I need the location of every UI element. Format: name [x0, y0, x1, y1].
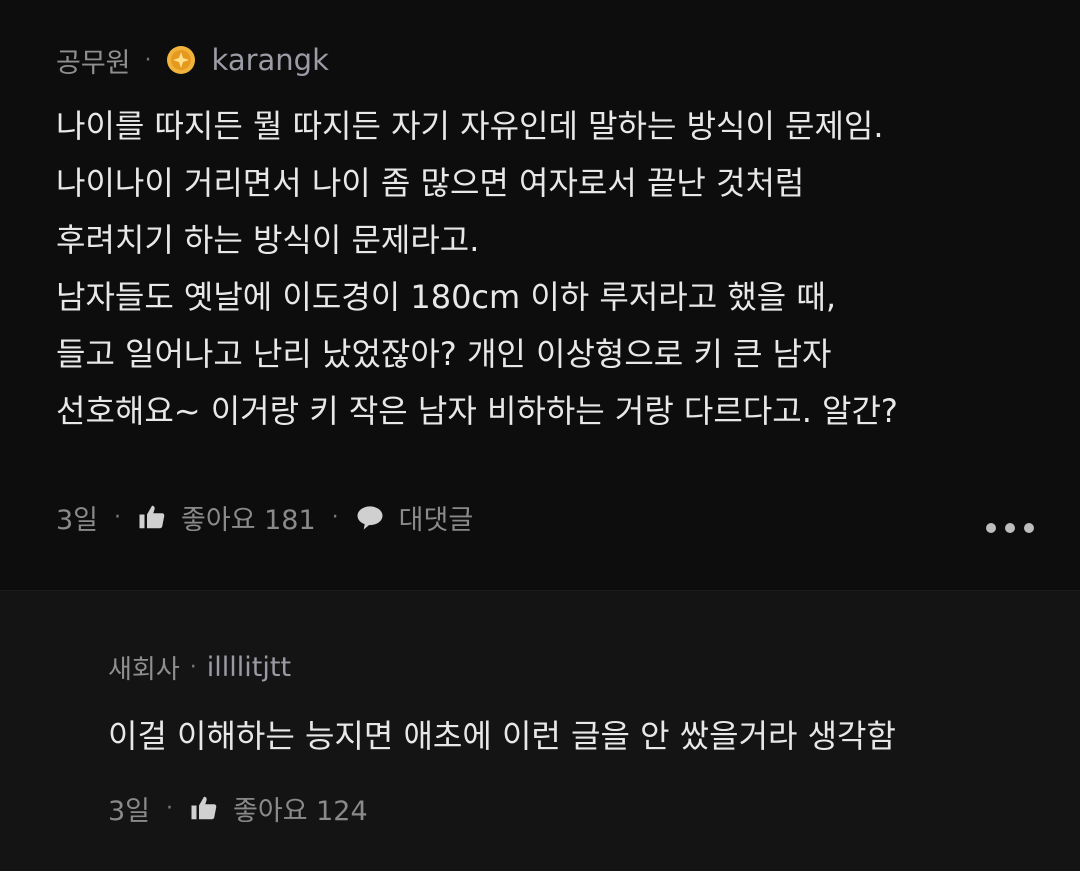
comment-line: 나이나이 거리면서 나이 좀 많으면 여자로서 끝난 것처럼 [56, 164, 805, 202]
more-dots-icon [1005, 523, 1015, 533]
reply-like-count: 좋아요 124 [233, 795, 368, 827]
comment-meta: 공무원 · karangk [56, 40, 329, 80]
like-button[interactable]: 좋아요 181 [137, 498, 316, 537]
more-dots-icon [1024, 523, 1034, 533]
more-dots-icon [986, 523, 996, 533]
thumbs-up-icon [189, 793, 219, 823]
reply-button[interactable]: 대댓글 [355, 498, 474, 537]
comment-body: 나이를 따지든 뭘 따지든 자기 자유인데 말하는 방식이 문제임. 나이나이 … [56, 98, 1056, 440]
comment-line: 들고 일어나고 난리 났었잖아? 개인 이상형으로 키 큰 남자 [56, 335, 832, 373]
action-separator: · [166, 795, 174, 821]
reply-meta: 새회사 · illllitjtt [108, 647, 291, 687]
author-company: 공무원 [56, 47, 131, 79]
comment-actions: 3일 · 좋아요 181 · 대댓글 [56, 495, 473, 539]
like-count: 좋아요 181 [181, 504, 316, 536]
gold-badge-icon [166, 45, 196, 75]
author-username[interactable]: karangk [212, 43, 329, 77]
meta-separator: · [144, 47, 152, 73]
comment-line: 남자들도 옛날에 이도경이 180cm 이하 루저라고 했을 때, [56, 278, 837, 316]
reply-line: 이걸 이해하는 능지면 애초에 이런 글을 안 쌌을거라 생각함 [108, 717, 896, 755]
more-options-button[interactable] [986, 514, 1034, 542]
comment-card: 공무원 · karangk 나이를 따지든 뭘 따지든 자기 자유인데 말하는 … [0, 0, 1080, 590]
comment-line: 나이를 따지든 뭘 따지든 자기 자유인데 말하는 방식이 문제임. [56, 107, 884, 145]
reply-body: 이걸 이해하는 능지면 애초에 이런 글을 안 쌌을거라 생각함 [108, 706, 896, 766]
reply-label: 대댓글 [398, 504, 474, 536]
reply-author-company: 새회사 [108, 654, 180, 685]
comment-time: 3일 [56, 504, 99, 536]
thumbs-up-icon [137, 502, 167, 532]
comment-line: 선호해요~ 이거랑 키 작은 남자 비하하는 거랑 다르다고. 알간? [56, 392, 898, 430]
speech-bubble-icon [355, 502, 385, 532]
comment-line: 후려치기 하는 방식이 문제라고. [56, 221, 480, 259]
reply-author-username[interactable]: illllitjtt [207, 652, 291, 683]
reply-time: 3일 [108, 795, 151, 827]
action-separator: · [331, 504, 339, 530]
action-separator: · [114, 504, 122, 530]
reply-actions: 3일 · 좋아요 124 [108, 786, 368, 830]
reply-like-button[interactable]: 좋아요 124 [189, 789, 368, 828]
meta-separator: · [189, 654, 197, 680]
